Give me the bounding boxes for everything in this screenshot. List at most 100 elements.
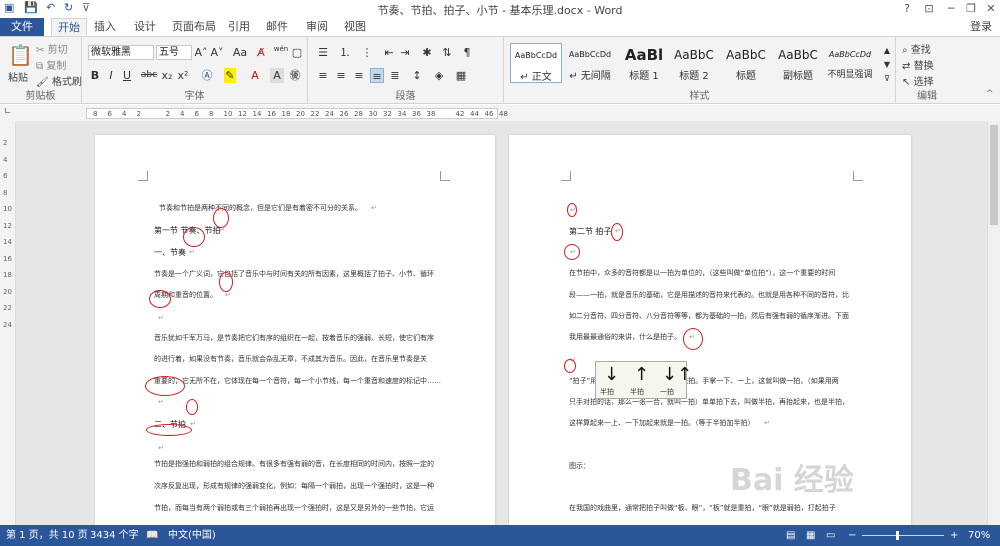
grow-font-icon[interactable]: A˄ (194, 45, 208, 60)
copy-button[interactable]: ⧉ 复制 (36, 57, 66, 72)
show-marks-icon[interactable]: ¶ (460, 45, 474, 60)
cut-button[interactable]: ✂ 剪切 (36, 41, 68, 56)
shrink-font-icon[interactable]: A˅ (210, 45, 224, 60)
page-1[interactable]: 节奏和节拍是两种不同的概念，但是它们是有着密不可分的关系。 ↵ 第一节 节奏、节拍 ↵… (95, 135, 495, 525)
style-name: 副标题 (783, 71, 813, 82)
find-button[interactable]: ⌕ 查找 (902, 41, 931, 56)
annotation-circle (683, 328, 703, 350)
tab-mailings[interactable]: 邮件 (266, 18, 288, 36)
tab-insert[interactable]: 插入 (94, 18, 116, 36)
login-link[interactable]: 登录 (970, 18, 992, 36)
vruler-tick: 20 (3, 287, 12, 296)
tab-view[interactable]: 视图 (344, 18, 366, 36)
help-button[interactable]: ? (896, 0, 918, 18)
styles-scroll-down-icon[interactable]: ▼ (880, 57, 894, 72)
align-center-icon[interactable]: ≡ (334, 68, 348, 83)
proofing-icon[interactable]: 📖 (146, 525, 158, 546)
paragraph-group-label: 段落 (395, 91, 416, 102)
zoom-out-icon[interactable]: − (848, 525, 856, 546)
select-button[interactable]: ↖ 选择 (902, 73, 934, 88)
crop-mark (440, 171, 450, 181)
style-heading-1[interactable]: AaBl 标题 1 (618, 43, 670, 83)
align-left-icon[interactable]: ≡ (316, 68, 330, 83)
styles-scroll-up-icon[interactable]: ▲ (880, 43, 894, 58)
text-line: 重要的，它无所不在，它体现在每一个音符，每一个小节线，每一个重音和速度的标记中…… (154, 377, 441, 385)
shading-icon[interactable]: ◈ (432, 68, 446, 83)
language-status[interactable]: 中文(中国) (168, 525, 216, 546)
style-name: 标题 1 (629, 71, 659, 82)
enclose-character-icon[interactable]: ㊝ (288, 68, 302, 83)
tab-review[interactable]: 审阅 (306, 18, 328, 36)
superscript-icon[interactable]: x² (176, 68, 190, 83)
restore-button[interactable]: ❐ (960, 0, 982, 18)
page-count[interactable]: 第 1 页，共 10 页 (6, 525, 88, 546)
paste-button[interactable]: 粘贴 (8, 69, 28, 84)
style-no-spacing[interactable]: AaBbCcDd ↵ 无间隔 (564, 43, 616, 83)
zoom-level[interactable]: 70% (968, 525, 990, 546)
read-mode-icon[interactable]: ▤ (786, 525, 795, 546)
close-button[interactable]: ✕ (980, 0, 1000, 18)
crop-mark (853, 171, 863, 181)
line-spacing-icon[interactable]: ↕ (410, 68, 424, 83)
tab-page-layout[interactable]: 页面布局 (172, 18, 216, 36)
highlight-icon[interactable]: ✎ (224, 68, 236, 83)
multilevel-list-icon[interactable]: ⋮ (360, 45, 374, 60)
italic-icon[interactable]: I (104, 68, 118, 83)
replace-button[interactable]: ⇄ 替换 (902, 57, 934, 72)
strikethrough-icon[interactable]: abc (140, 68, 158, 83)
style-normal[interactable]: AaBbCcDd ↵ 正文 (510, 43, 562, 83)
style-heading-2[interactable]: AaBbC 标题 2 (668, 43, 720, 83)
bold-icon[interactable]: B (88, 68, 102, 83)
clear-format-icon[interactable]: A̸ (254, 45, 268, 60)
vruler-tick: 6 (3, 172, 8, 180)
tab-file[interactable]: 文件 (0, 18, 44, 36)
increase-indent-icon[interactable]: ⇥ (398, 45, 412, 60)
borders-icon[interactable]: ▦ (454, 68, 468, 83)
tab-selector-icon[interactable]: ∟ (4, 107, 12, 117)
ribbon-display-options-icon[interactable]: ⊡ (918, 0, 940, 18)
style-subtle-emphasis[interactable]: AaBbCcDd 不明显强调 (824, 43, 876, 83)
print-layout-icon[interactable]: ▦ (806, 525, 815, 546)
down-arrow-icon: ↓ (604, 364, 620, 385)
align-right-icon[interactable]: ≡ (352, 68, 366, 83)
minimize-button[interactable]: ─ (940, 0, 962, 18)
character-border-icon[interactable]: ▢ (290, 45, 304, 60)
zoom-slider[interactable] (862, 531, 944, 540)
zoom-slider-thumb[interactable] (896, 531, 899, 540)
subscript-icon[interactable]: x₂ (160, 68, 174, 83)
character-shading-icon[interactable]: A (270, 68, 284, 83)
tab-references[interactable]: 引用 (228, 18, 250, 36)
underline-icon[interactable]: U (120, 68, 134, 83)
font-color-icon[interactable]: A (248, 68, 262, 83)
beat-diagram-figure[interactable]: ↓ ↑ ↓↑ 半拍 半拍 一拍 (595, 361, 692, 399)
distributed-icon[interactable]: ≣ (388, 68, 402, 83)
tab-home[interactable]: 开始 (51, 18, 87, 36)
phonetic-guide-button[interactable]: wén (272, 42, 290, 57)
ruler-strip[interactable]: 8 6 4 2 2 4 6 8 10 12 14 16 18 20 22 24 26 28 30 32 34 36 38 42… (86, 108, 508, 119)
decrease-indent-icon[interactable]: ⇤ (382, 45, 396, 60)
justify-icon[interactable]: ≡ (370, 68, 384, 83)
change-case-button[interactable]: Aa (230, 45, 250, 60)
style-subtitle[interactable]: AaBbC 副标题 (772, 43, 824, 83)
font-name-combo[interactable]: 微软雅黑 (88, 45, 154, 60)
styles-more-icon[interactable]: ⊽ (880, 71, 894, 86)
style-title[interactable]: AaBbC 标题 (720, 43, 772, 83)
tab-design[interactable]: 设计 (134, 18, 156, 36)
numbering-icon[interactable]: ⒈ (338, 45, 352, 60)
format-painter-button[interactable]: 🖌 格式刷 (36, 73, 82, 88)
text-effects-icon[interactable]: Ⓐ (200, 68, 214, 83)
scrollbar-thumb[interactable] (990, 125, 998, 225)
bullets-icon[interactable]: ☰ (316, 45, 330, 60)
zoom-in-icon[interactable]: + (950, 525, 958, 546)
word-count[interactable]: 3434 个字 (90, 525, 139, 546)
paste-icon[interactable]: 📋 (8, 43, 33, 67)
collapse-ribbon-icon[interactable]: ^ (986, 89, 994, 99)
sort-icon[interactable]: ⇅ (440, 45, 454, 60)
font-size-combo[interactable]: 五号 (156, 45, 192, 60)
chinese-layout-icon[interactable]: ✱ (420, 45, 434, 60)
vertical-scrollbar[interactable] (987, 121, 1000, 525)
watermark: Bai 经验 (730, 463, 854, 498)
web-layout-icon[interactable]: ▭ (826, 525, 835, 546)
cut-icon: ✂ (36, 45, 45, 56)
annotation-circle (564, 244, 580, 260)
